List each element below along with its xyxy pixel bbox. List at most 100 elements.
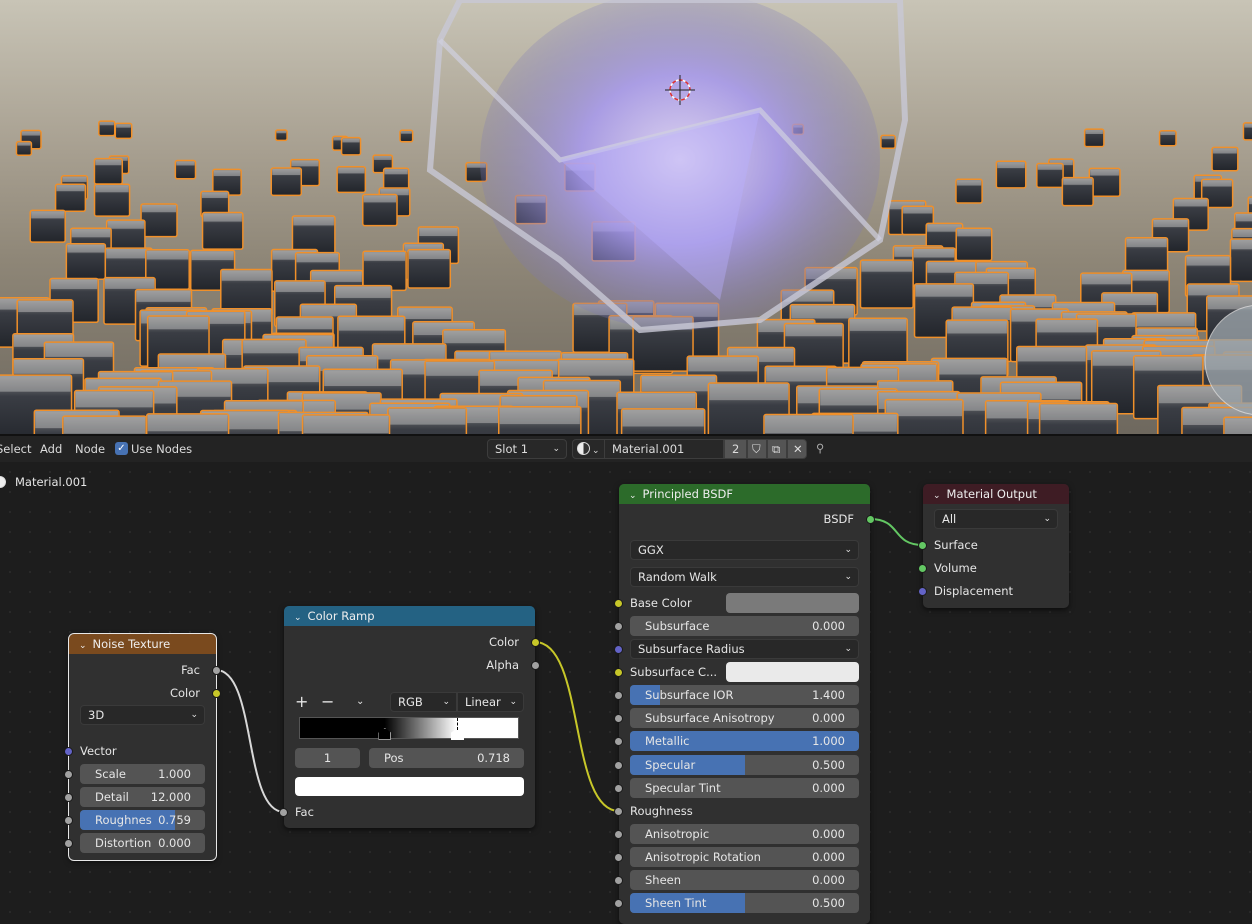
cube <box>270 167 303 197</box>
color-swatch[interactable] <box>726 593 859 613</box>
interpolation-dropdown[interactable]: Linear ⌄ <box>457 692 524 712</box>
color-stop-handle[interactable] <box>378 728 392 740</box>
slider-field[interactable]: Subsurface Anisotropy 0.000 <box>630 708 859 728</box>
socket-float[interactable] <box>212 665 221 675</box>
material-name-field[interactable]: Material.001 <box>604 439 724 459</box>
color-ramp-bar[interactable] <box>299 717 519 740</box>
pin-icon[interactable]: ⚲ <box>813 439 833 459</box>
dropdown[interactable]: 3D ⌄ <box>80 705 205 725</box>
socket-color[interactable] <box>614 598 623 608</box>
color-swatch[interactable] <box>726 662 859 682</box>
slider-field[interactable]: Specular 0.500 <box>630 755 859 775</box>
socket-float[interactable] <box>279 807 288 817</box>
socket-float[interactable] <box>64 792 73 802</box>
socket-shader[interactable] <box>918 540 927 550</box>
socket-vector[interactable] <box>918 586 927 596</box>
chevron-down-icon[interactable]: ⌄ <box>629 486 637 506</box>
socket-float[interactable] <box>64 838 73 848</box>
chevron-down-icon[interactable]: ⌄ <box>356 692 364 712</box>
user-count-button[interactable]: 2 <box>724 439 747 459</box>
dropdown[interactable]: All ⌄ <box>934 509 1058 529</box>
dropdown[interactable]: Subsurface Radius ⌄ <box>630 639 859 659</box>
node-principled[interactable]: ⌄ Principled BSDF BSDF GGX ⌄ Random Walk ⌄ Base… <box>614 484 875 924</box>
slider-label: Detail <box>95 790 129 804</box>
fake-user-shield-icon[interactable]: ⛉ <box>747 439 767 459</box>
menu-select[interactable]: Select <box>0 442 31 456</box>
output-label: Fac <box>181 663 200 677</box>
interpolation-value: Linear <box>465 695 501 709</box>
close-icon[interactable]: ✕ <box>787 439 807 459</box>
chevron-down-icon[interactable]: ⌄ <box>79 636 87 656</box>
socket-float[interactable] <box>614 852 623 862</box>
node-header[interactable]: ⌄ Noise Texture <box>69 634 216 654</box>
socket-float[interactable] <box>531 660 540 670</box>
stop-position-field[interactable]: Pos 0.718 <box>369 748 524 768</box>
slider-field[interactable]: Distortion 0.000 <box>80 833 205 853</box>
socket-float[interactable] <box>614 806 623 816</box>
menu-add[interactable]: Add <box>40 442 62 456</box>
socket-color[interactable] <box>531 637 540 647</box>
slider-label: Subsurface Anisotropy <box>645 711 775 725</box>
slider-field[interactable]: Scale 1.000 <box>80 764 205 784</box>
menu-node[interactable]: Node <box>75 442 105 456</box>
socket-float[interactable] <box>64 815 73 825</box>
socket-color[interactable] <box>212 688 221 698</box>
node-colorramp[interactable]: ⌄ Color Ramp Color Alpha + − ⌄ RGB ⌄ Linear ⌄ 1 Pos 0… <box>279 606 540 828</box>
node-header[interactable]: ⌄ Principled BSDF <box>619 484 870 504</box>
socket-float[interactable] <box>614 875 623 885</box>
socket-float[interactable] <box>614 736 623 746</box>
3d-viewport[interactable] <box>0 0 1252 434</box>
node-header[interactable]: ⌄ Color Ramp <box>284 606 535 626</box>
socket-float[interactable] <box>614 760 623 770</box>
slider-field[interactable]: Sheen Tint 0.500 <box>630 893 859 913</box>
socket-float[interactable] <box>614 898 623 908</box>
node-title: Noise Texture <box>92 637 171 651</box>
socket-float[interactable] <box>614 829 623 839</box>
socket-shader[interactable] <box>918 563 927 573</box>
cube <box>15 140 33 156</box>
socket-color[interactable] <box>614 667 623 677</box>
slider-field[interactable]: Subsurface IOR 1.400 <box>630 685 859 705</box>
chevron-down-icon[interactable]: ⌄ <box>294 608 302 628</box>
node-output[interactable]: ⌄ Material Output All ⌄ Surface Volume Displac… <box>918 484 1069 608</box>
stop-color-swatch[interactable] <box>295 777 524 796</box>
slider-label: Distortion <box>95 836 152 850</box>
slider-field[interactable]: Metallic 1.000 <box>630 731 859 751</box>
row-specular-tint: Specular Tint 0.000 <box>614 778 870 798</box>
slider-field[interactable]: Anisotropic 0.000 <box>630 824 859 844</box>
cube <box>362 193 398 227</box>
active-stop-index-field[interactable]: 1 <box>295 748 360 768</box>
node-noise[interactable]: ⌄ Noise Texture Fac Color 3D ⌄ Vector Scale 1.00… <box>64 633 221 861</box>
row-bsdf: BSDF <box>619 509 875 529</box>
use-nodes-checkbox[interactable]: ✓ <box>115 442 128 455</box>
node-header[interactable]: ⌄ Material Output <box>923 484 1069 504</box>
socket-shader[interactable] <box>866 514 875 524</box>
row-roughnes: Roughnes 0.759 <box>64 810 216 830</box>
slider-field[interactable]: Specular Tint 0.000 <box>630 778 859 798</box>
cube <box>274 129 288 142</box>
socket-vector[interactable] <box>614 644 623 654</box>
material-browse-button[interactable]: ⌄ <box>572 439 608 459</box>
slot-dropdown[interactable]: Slot 1 ⌄ <box>487 439 567 459</box>
add-stop-button[interactable]: + <box>295 692 308 712</box>
socket-vector[interactable] <box>64 746 73 756</box>
slider-field[interactable]: Roughnes 0.759 <box>80 810 205 830</box>
cube <box>301 414 391 434</box>
color-mode-dropdown[interactable]: RGB ⌄ <box>390 692 457 712</box>
duplicate-icon[interactable]: ⧉ <box>767 439 787 459</box>
dropdown[interactable]: Random Walk ⌄ <box>630 567 859 587</box>
active-stop-line <box>457 718 459 730</box>
dropdown[interactable]: GGX ⌄ <box>630 540 859 560</box>
socket-float[interactable] <box>64 769 73 779</box>
socket-float[interactable] <box>614 713 623 723</box>
chevron-down-icon[interactable]: ⌄ <box>933 486 941 506</box>
slider-field[interactable]: Detail 12.000 <box>80 787 205 807</box>
slider-field[interactable]: Sheen 0.000 <box>630 870 859 890</box>
remove-stop-button[interactable]: − <box>321 692 334 712</box>
socket-float[interactable] <box>614 783 623 793</box>
slider-field[interactable]: Anisotropic Rotation 0.000 <box>630 847 859 867</box>
socket-float[interactable] <box>614 690 623 700</box>
socket-float[interactable] <box>614 621 623 631</box>
row-anisotropic: Anisotropic 0.000 <box>614 824 870 844</box>
slider-field[interactable]: Subsurface 0.000 <box>630 616 859 636</box>
